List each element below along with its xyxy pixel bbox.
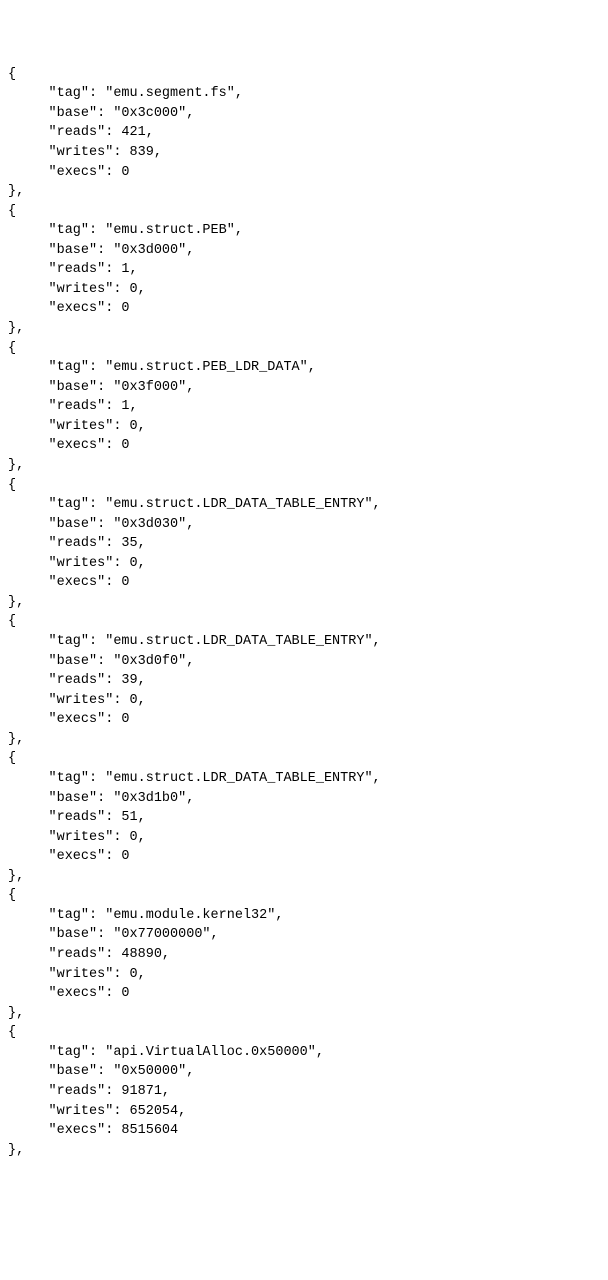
prop-execs: "execs": 0: [8, 984, 600, 1004]
prop-execs: "execs": 0: [8, 573, 600, 593]
prop-tag: "tag": "emu.struct.PEB",: [8, 221, 600, 241]
object-close: },: [8, 593, 600, 613]
object-close: },: [8, 867, 600, 887]
prop-writes: "writes": 839,: [8, 143, 600, 163]
prop-base: "base": "0x50000",: [8, 1062, 600, 1082]
prop-base: "base": "0x77000000",: [8, 925, 600, 945]
prop-execs: "execs": 0: [8, 163, 600, 183]
prop-reads: "reads": 51,: [8, 808, 600, 828]
prop-base: "base": "0x3f000",: [8, 378, 600, 398]
prop-tag: "tag": "emu.struct.LDR_DATA_TABLE_ENTRY"…: [8, 769, 600, 789]
prop-writes: "writes": 0,: [8, 828, 600, 848]
object-close: },: [8, 456, 600, 476]
prop-execs: "execs": 0: [8, 299, 600, 319]
prop-tag: "tag": "emu.struct.LDR_DATA_TABLE_ENTRY"…: [8, 632, 600, 652]
prop-reads: "reads": 1,: [8, 260, 600, 280]
prop-tag: "tag": "emu.struct.PEB_LDR_DATA",: [8, 358, 600, 378]
prop-writes: "writes": 0,: [8, 280, 600, 300]
prop-writes: "writes": 0,: [8, 417, 600, 437]
object-open: {: [8, 886, 600, 906]
prop-base: "base": "0x3d030",: [8, 515, 600, 535]
json-code-block: { "tag": "emu.segment.fs", "base": "0x3c…: [8, 65, 600, 1161]
prop-base: "base": "0x3d000",: [8, 241, 600, 261]
object-open: {: [8, 476, 600, 496]
prop-base: "base": "0x3c000",: [8, 104, 600, 124]
object-close: },: [8, 182, 600, 202]
prop-tag: "tag": "emu.struct.LDR_DATA_TABLE_ENTRY"…: [8, 495, 600, 515]
prop-base: "base": "0x3d1b0",: [8, 789, 600, 809]
prop-reads: "reads": 1,: [8, 397, 600, 417]
prop-reads: "reads": 91871,: [8, 1082, 600, 1102]
object-close: },: [8, 1141, 600, 1161]
prop-execs: "execs": 0: [8, 710, 600, 730]
prop-reads: "reads": 48890,: [8, 945, 600, 965]
prop-reads: "reads": 35,: [8, 534, 600, 554]
prop-writes: "writes": 0,: [8, 691, 600, 711]
prop-writes: "writes": 0,: [8, 554, 600, 574]
prop-tag: "tag": "emu.segment.fs",: [8, 84, 600, 104]
prop-execs: "execs": 8515604: [8, 1121, 600, 1141]
prop-reads: "reads": 421,: [8, 123, 600, 143]
prop-tag: "tag": "emu.module.kernel32",: [8, 906, 600, 926]
prop-writes: "writes": 652054,: [8, 1102, 600, 1122]
object-open: {: [8, 202, 600, 222]
object-open: {: [8, 65, 600, 85]
object-open: {: [8, 612, 600, 632]
object-close: },: [8, 1004, 600, 1024]
prop-tag: "tag": "api.VirtualAlloc.0x50000",: [8, 1043, 600, 1063]
object-open: {: [8, 339, 600, 359]
prop-writes: "writes": 0,: [8, 965, 600, 985]
object-open: {: [8, 1023, 600, 1043]
object-close: },: [8, 730, 600, 750]
prop-execs: "execs": 0: [8, 847, 600, 867]
object-close: },: [8, 319, 600, 339]
prop-reads: "reads": 39,: [8, 671, 600, 691]
prop-execs: "execs": 0: [8, 436, 600, 456]
prop-base: "base": "0x3d0f0",: [8, 652, 600, 672]
object-open: {: [8, 749, 600, 769]
